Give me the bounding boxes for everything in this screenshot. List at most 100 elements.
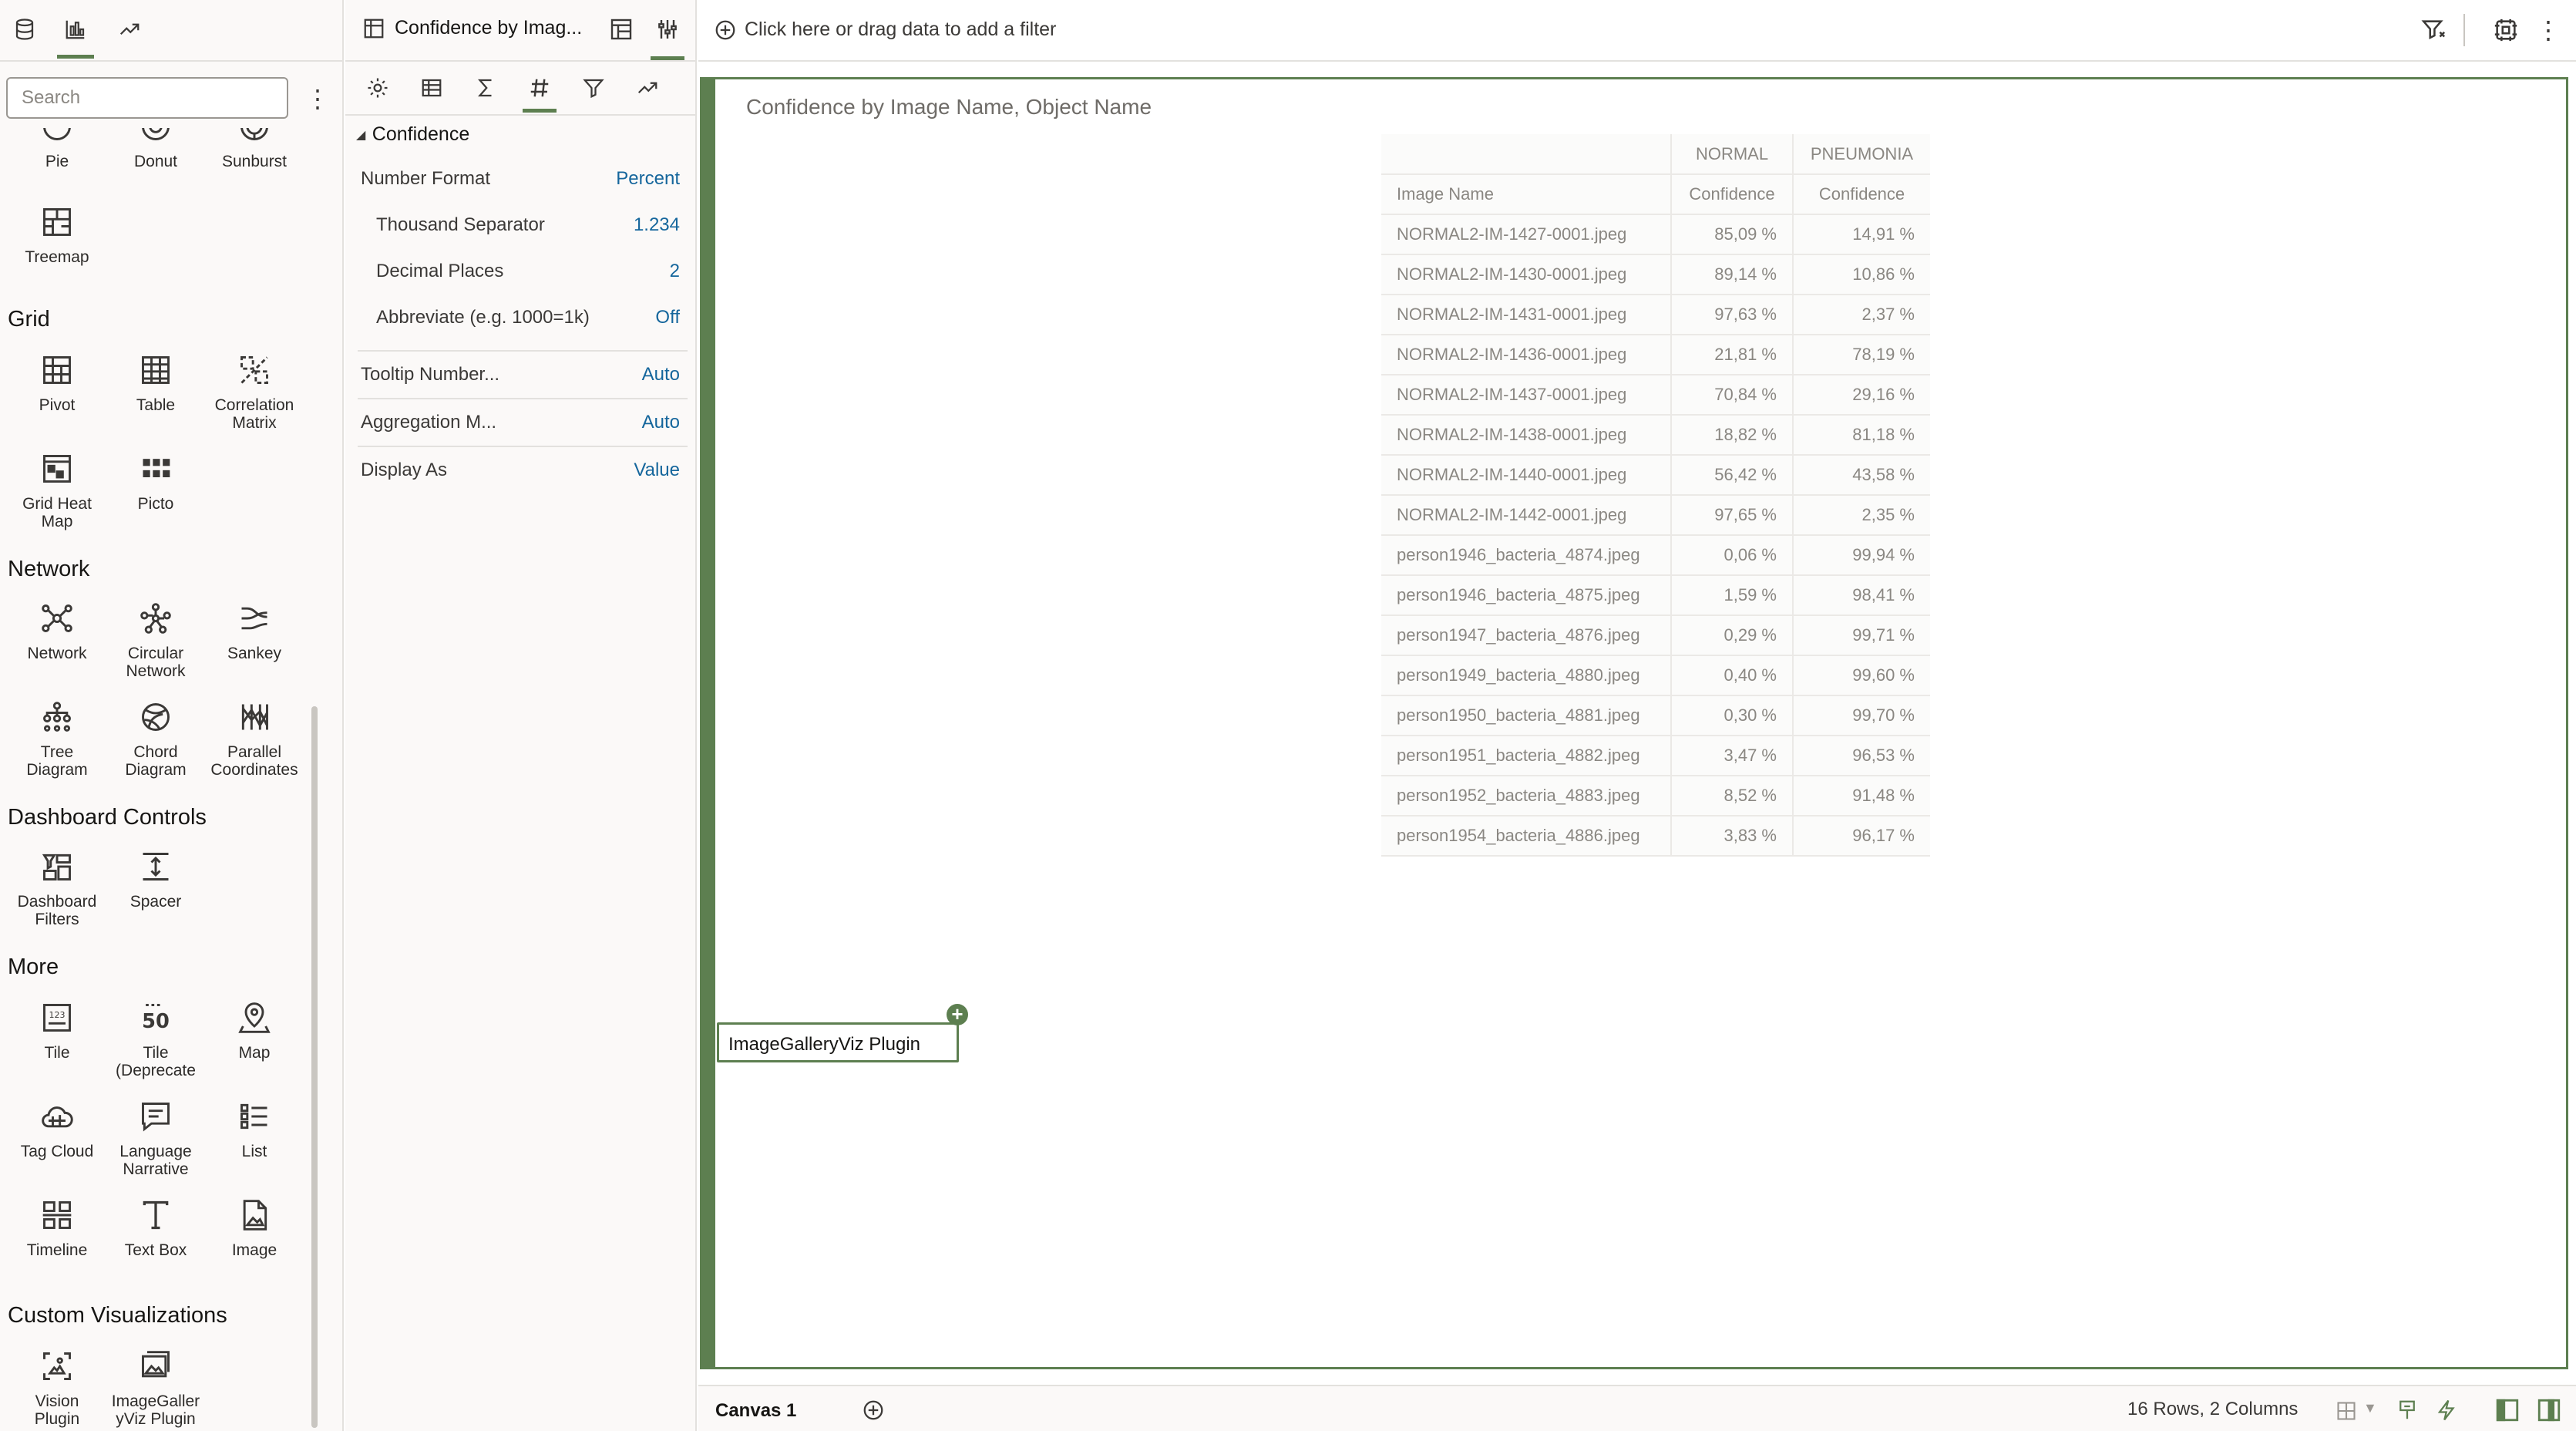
row-display-as[interactable]: Display As Value <box>345 447 697 493</box>
normal-confidence-cell[interactable]: 97,63 % <box>1671 295 1794 335</box>
add-filter-icon[interactable] <box>714 19 737 42</box>
normal-confidence-cell[interactable]: 18,82 % <box>1671 415 1794 456</box>
visualizations-tab[interactable] <box>57 12 94 59</box>
table-row[interactable]: person1951_bacteria_4882.jpeg 3,47 % 96,53… <box>1381 736 1930 776</box>
pneumonia-confidence-cell[interactable]: 81,18 % <box>1793 415 1930 456</box>
normal-confidence-cell[interactable]: 3,83 % <box>1671 816 1794 857</box>
row-tooltip-number[interactable]: Tooltip Number... Auto <box>345 352 697 398</box>
properties-toggle[interactable] <box>651 11 684 60</box>
viz-tag-cloud[interactable]: Tag Cloud <box>8 1098 106 1160</box>
measure-header[interactable]: Confidence <box>1793 174 1930 215</box>
measure-header[interactable]: Confidence <box>1671 174 1794 215</box>
viz-imagegallery-plugin[interactable]: ImageGaller yViz Plugin <box>106 1348 205 1428</box>
number-format-value[interactable]: Percent <box>616 168 680 190</box>
image-name-cell[interactable]: NORMAL2-IM-1436-0001.jpeg <box>1381 335 1672 375</box>
normal-confidence-cell[interactable]: 3,47 % <box>1671 736 1794 776</box>
image-name-cell[interactable]: person1947_bacteria_4876.jpeg <box>1381 615 1672 656</box>
tooltip-number-value[interactable]: Auto <box>642 364 680 386</box>
image-name-cell[interactable]: person1951_bacteria_4882.jpeg <box>1381 736 1672 776</box>
decimal-places-value[interactable]: 2 <box>670 261 680 282</box>
image-name-cell[interactable]: person1946_bacteria_4875.jpeg <box>1381 575 1672 616</box>
pneumonia-confidence-cell[interactable]: 43,58 % <box>1793 455 1930 496</box>
viz-picto[interactable]: Picto <box>106 450 205 513</box>
pneumonia-confidence-cell[interactable]: 10,86 % <box>1793 254 1930 295</box>
panel-scrollbar[interactable] <box>311 706 318 1428</box>
normal-confidence-cell[interactable]: 0,30 % <box>1671 695 1794 736</box>
table-row[interactable]: NORMAL2-IM-1442-0001.jpeg 97,65 % 2,35 % <box>1381 495 1930 536</box>
add-canvas-icon[interactable] <box>862 1399 885 1422</box>
viz-table[interactable]: Table <box>106 352 205 414</box>
viz-timeline[interactable]: Timeline <box>8 1197 106 1259</box>
imagegallery-plugin-placeholder[interactable]: ImageGalleryViz Plugin <box>717 1022 959 1062</box>
normal-confidence-cell[interactable]: 21,81 % <box>1671 335 1794 375</box>
auto-apply-icon[interactable] <box>2436 1399 2459 1422</box>
viz-parallel-coordinates[interactable]: Parallel Coordinates <box>205 699 304 779</box>
pneumonia-confidence-cell[interactable]: 98,41 % <box>1793 575 1930 616</box>
tab-number-format[interactable] <box>523 72 557 113</box>
table-row[interactable]: NORMAL2-IM-1440-0001.jpeg 56,42 % 43,58 % <box>1381 455 1930 496</box>
brush-icon[interactable] <box>2396 1399 2419 1422</box>
image-name-cell[interactable]: person1949_bacteria_4880.jpeg <box>1381 655 1672 696</box>
row-abbreviate[interactable]: Abbreviate (e.g. 1000=1k) Off <box>345 295 697 341</box>
more-options-icon[interactable]: ⋮ <box>2536 15 2561 45</box>
tab-axis[interactable] <box>415 72 449 103</box>
chevron-down-icon[interactable]: ▼ <box>2363 1400 2377 1416</box>
table-row[interactable]: NORMAL2-IM-1438-0001.jpeg 18,82 % 81,18 % <box>1381 415 1930 456</box>
more-options-icon[interactable]: ⋮ <box>305 83 330 114</box>
normal-confidence-cell[interactable]: 0,29 % <box>1671 615 1794 656</box>
tab-analytics[interactable] <box>631 72 664 103</box>
image-name-cell[interactable]: NORMAL2-IM-1437-0001.jpeg <box>1381 375 1672 416</box>
image-name-cell[interactable]: NORMAL2-IM-1427-0001.jpeg <box>1381 214 1672 255</box>
viz-tile[interactable]: 123 Tile <box>8 999 106 1062</box>
image-name-cell[interactable]: NORMAL2-IM-1431-0001.jpeg <box>1381 295 1672 335</box>
image-name-cell[interactable]: NORMAL2-IM-1442-0001.jpeg <box>1381 495 1672 536</box>
pneumonia-confidence-cell[interactable]: 99,94 % <box>1793 535 1930 576</box>
filter-settings-icon[interactable] <box>2420 17 2447 43</box>
viz-sunburst[interactable]: Sunburst <box>205 128 304 170</box>
viz-text-box[interactable]: Text Box <box>106 1197 205 1259</box>
normal-confidence-cell[interactable]: 0,06 % <box>1671 535 1794 576</box>
viz-image[interactable]: Image <box>205 1197 304 1259</box>
layout-grid-icon[interactable] <box>2336 1400 2357 1422</box>
column-group-header[interactable]: NORMAL <box>1671 134 1794 175</box>
pivot-table[interactable]: NORMAL PNEUMONIA Image Name Confidence C… <box>1381 134 1930 857</box>
section-header-confidence[interactable]: ◢ Confidence <box>356 123 469 146</box>
pneumonia-confidence-cell[interactable]: 99,60 % <box>1793 655 1930 696</box>
viz-list[interactable]: List <box>205 1098 304 1160</box>
thousand-separator-value[interactable]: 1.234 <box>634 214 680 236</box>
viz-chord-diagram[interactable]: Chord Diagram <box>106 699 205 779</box>
pneumonia-confidence-cell[interactable]: 14,91 % <box>1793 214 1930 255</box>
filter-bar[interactable]: Click here or drag data to add a filter … <box>698 0 2576 62</box>
row-aggregation[interactable]: Aggregation M... Auto <box>345 399 697 446</box>
viz-language-narrative[interactable]: Language Narrative <box>106 1098 205 1178</box>
data-tab[interactable] <box>6 12 43 46</box>
filter-controls-icon[interactable] <box>2493 17 2519 43</box>
image-name-cell[interactable]: NORMAL2-IM-1440-0001.jpeg <box>1381 455 1672 496</box>
tab-general[interactable] <box>361 72 395 103</box>
row-decimal-places[interactable]: Decimal Places 2 <box>345 248 697 295</box>
column-group-header[interactable]: PNEUMONIA <box>1793 134 1930 175</box>
viz-treemap[interactable]: Treemap <box>8 204 106 266</box>
normal-confidence-cell[interactable]: 56,42 % <box>1671 455 1794 496</box>
image-name-cell[interactable]: person1946_bacteria_4874.jpeg <box>1381 535 1672 576</box>
pneumonia-confidence-cell[interactable]: 96,17 % <box>1793 816 1930 857</box>
viz-tile-deprecated[interactable]: 50 Tile (Deprecate <box>106 999 205 1079</box>
viz-grid-heat-map[interactable]: Grid Heat Map <box>8 450 106 530</box>
image-name-cell[interactable]: person1950_bacteria_4881.jpeg <box>1381 695 1672 736</box>
viz-spacer[interactable]: Spacer <box>106 848 205 911</box>
left-panel-toggle-icon[interactable] <box>2494 1397 2521 1423</box>
normal-confidence-cell[interactable]: 8,52 % <box>1671 776 1794 817</box>
tab-totals[interactable] <box>469 72 503 103</box>
abbreviate-value[interactable]: Off <box>655 307 680 328</box>
normal-confidence-cell[interactable]: 97,65 % <box>1671 495 1794 536</box>
image-name-cell[interactable]: NORMAL2-IM-1438-0001.jpeg <box>1381 415 1672 456</box>
table-row[interactable]: NORMAL2-IM-1436-0001.jpeg 21,81 % 78,19 % <box>1381 335 1930 375</box>
pneumonia-confidence-cell[interactable]: 99,70 % <box>1793 695 1930 736</box>
normal-confidence-cell[interactable]: 70,84 % <box>1671 375 1794 416</box>
image-name-cell[interactable]: NORMAL2-IM-1430-0001.jpeg <box>1381 254 1672 295</box>
viz-map[interactable]: Map <box>205 999 304 1062</box>
viz-vision-plugin[interactable]: Vision Plugin <box>8 1348 106 1428</box>
viz-circular-network[interactable]: Circular Network <box>106 600 205 680</box>
filter-placeholder[interactable]: Click here or drag data to add a filter <box>745 19 1056 41</box>
pivot-visualization[interactable]: Confidence by Image Name, Object Name NO… <box>700 77 2568 1369</box>
